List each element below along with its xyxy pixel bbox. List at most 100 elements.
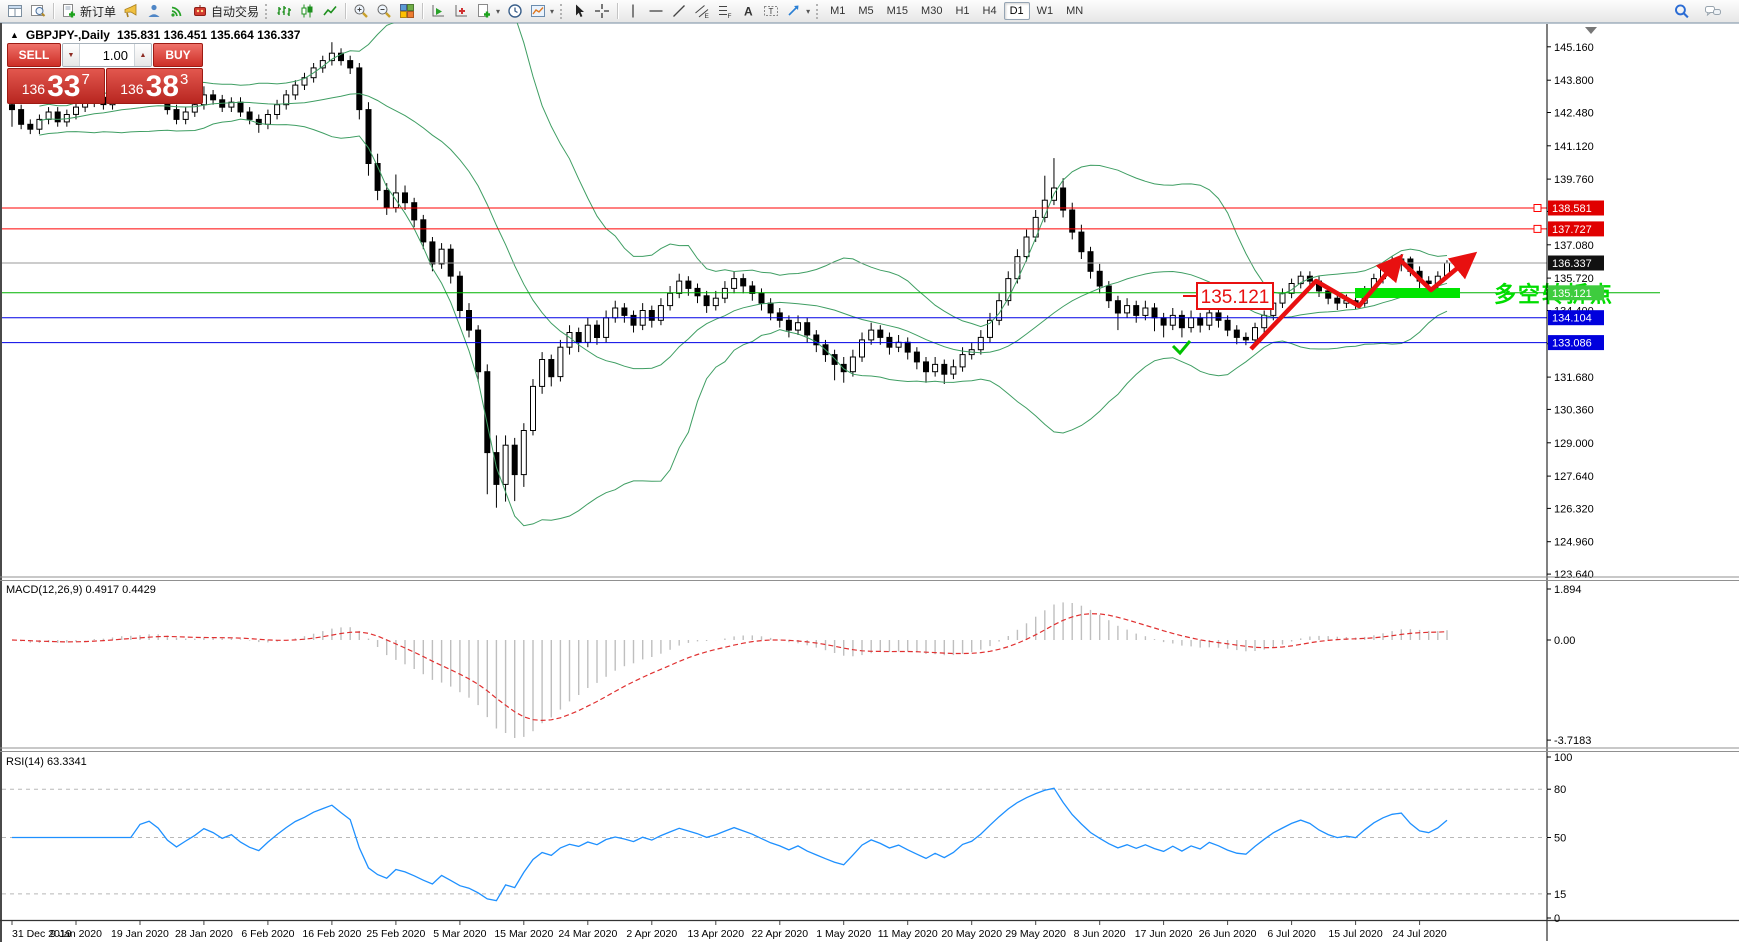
line-chart-button[interactable]: [319, 1, 341, 21]
cursor-arrow-icon: [571, 3, 587, 19]
svg-text:126.320: 126.320: [1554, 503, 1594, 515]
cursor-button[interactable]: [568, 1, 590, 21]
clock-icon: [507, 3, 523, 19]
svg-text:16 Feb 2020: 16 Feb 2020: [302, 928, 361, 940]
line-chart-icon: [322, 3, 338, 19]
bar-chart-icon: [276, 3, 292, 19]
buy-price-big-digits: 38: [146, 73, 179, 101]
tf-w1-button[interactable]: W1: [1031, 2, 1060, 20]
add-indicator-button[interactable]: [450, 1, 472, 21]
buy-button[interactable]: BUY: [153, 43, 203, 67]
sell-price-pip-digit: 7: [81, 71, 89, 88]
templates-button[interactable]: ▾: [527, 1, 557, 21]
vertical-line-button[interactable]: [622, 1, 644, 21]
collapse-icon[interactable]: ▲: [10, 30, 19, 40]
caret-down-icon: ▾: [496, 7, 500, 16]
svg-text:28 Jan 2020: 28 Jan 2020: [175, 928, 233, 940]
hline-icon: [648, 3, 664, 19]
svg-text:15: 15: [1554, 889, 1566, 901]
one-click-trading-panel: SELL ▼ 1.00 ▲ BUY 136337 136383: [7, 43, 203, 104]
search-icon: [1673, 3, 1690, 20]
volume-stepper: ▼ 1.00 ▲: [62, 43, 152, 67]
tf-m1-button[interactable]: M1: [824, 2, 851, 20]
buy-price-button[interactable]: 136383: [106, 68, 204, 104]
toolbar-separator: [345, 3, 346, 19]
fibonacci-button[interactable]: F: [714, 1, 736, 21]
vline-icon: [625, 3, 641, 19]
horizontal-line-button[interactable]: [645, 1, 667, 21]
zoom-out-icon: [376, 3, 392, 19]
text-label-button[interactable]: T: [760, 1, 782, 21]
toolbar-separator: [422, 3, 423, 19]
svg-text:141.120: 141.120: [1554, 141, 1594, 153]
charts-grid-button[interactable]: [4, 1, 26, 21]
indicators-button[interactable]: [427, 1, 449, 21]
channel-button[interactable]: E: [691, 1, 713, 21]
chat-button[interactable]: [1701, 1, 1725, 21]
shapes-button[interactable]: ▾: [783, 1, 813, 21]
text-a-icon: A: [740, 3, 756, 19]
new-order-icon: [61, 3, 77, 19]
svg-text:A: A: [744, 5, 753, 19]
tile-windows-button[interactable]: [396, 1, 418, 21]
autotrading-label: 自动交易: [211, 3, 259, 20]
svg-text:138.581: 138.581: [1552, 203, 1592, 215]
svg-text:139.760: 139.760: [1554, 174, 1594, 186]
tf-m30-button[interactable]: M30: [915, 2, 948, 20]
svg-text:24 Mar 2020: 24 Mar 2020: [558, 928, 617, 940]
sell-button[interactable]: SELL: [7, 43, 61, 67]
zoom-window-button[interactable]: [27, 1, 49, 21]
triangle-down-icon: ▼: [68, 52, 75, 59]
svg-text:100: 100: [1554, 752, 1572, 764]
svg-text:80: 80: [1554, 784, 1566, 796]
caret-down-icon: ▾: [806, 7, 810, 16]
trendline-icon: [671, 3, 687, 19]
svg-text:29 May 2020: 29 May 2020: [1005, 928, 1066, 940]
new-chart-button[interactable]: ▾: [473, 1, 503, 21]
charts-grid-icon: [7, 3, 23, 19]
sell-price-prefix: 136: [22, 81, 45, 97]
zoom-in-button[interactable]: [350, 1, 372, 21]
text-button[interactable]: A: [737, 1, 759, 21]
volume-decrease-button[interactable]: ▼: [63, 44, 80, 66]
period-clock-button[interactable]: [504, 1, 526, 21]
trendline-button[interactable]: [668, 1, 690, 21]
price-chart-canvas[interactable]: 多空转折点135.121145.160143.800142.480141.120…: [0, 0, 1739, 942]
zoom-out-button[interactable]: [373, 1, 395, 21]
new-order-label: 新订单: [80, 3, 116, 20]
new-order-button[interactable]: 新订单: [58, 1, 119, 21]
svg-text:129.000: 129.000: [1554, 438, 1594, 450]
alerts-horn-button[interactable]: [120, 1, 142, 21]
tf-m5-button[interactable]: M5: [852, 2, 879, 20]
volume-increase-button[interactable]: ▲: [134, 44, 151, 66]
volume-value-input[interactable]: 1.00: [80, 44, 134, 66]
bar-chart-button[interactable]: [273, 1, 295, 21]
tf-d1-button[interactable]: D1: [1004, 2, 1030, 20]
community-button[interactable]: [143, 1, 165, 21]
svg-text:130.360: 130.360: [1554, 404, 1594, 416]
toolbar-grip: [560, 4, 563, 19]
chat-bubbles-icon: [1704, 3, 1722, 19]
tf-h1-button[interactable]: H1: [949, 2, 975, 20]
svg-text:137.727: 137.727: [1552, 224, 1592, 236]
svg-text:123.640: 123.640: [1554, 569, 1594, 581]
chart-area: 多空转折点135.121145.160143.800142.480141.120…: [0, 0, 1739, 942]
signals-button[interactable]: [166, 1, 188, 21]
sell-price-button[interactable]: 136337: [7, 68, 105, 104]
arrow-shapes-icon: [786, 3, 802, 19]
svg-text:135.121: 135.121: [1201, 287, 1270, 308]
triangle-up-icon: ▲: [140, 52, 147, 59]
person-icon: [146, 3, 162, 19]
search-button[interactable]: [1670, 1, 1693, 21]
tf-m15-button[interactable]: M15: [881, 2, 914, 20]
candlestick-chart-button[interactable]: [296, 1, 318, 21]
tf-h4-button[interactable]: H4: [977, 2, 1003, 20]
crosshair-button[interactable]: [591, 1, 613, 21]
svg-text:17 Jun 2020: 17 Jun 2020: [1135, 928, 1193, 940]
autotrading-button[interactable]: 自动交易: [189, 1, 262, 21]
tf-mn-button[interactable]: MN: [1060, 2, 1089, 20]
toolbar-right-group: [1670, 1, 1735, 21]
svg-text:-3.7183: -3.7183: [1554, 735, 1591, 747]
svg-text:F: F: [728, 13, 732, 19]
svg-text:136.337: 136.337: [1552, 258, 1592, 270]
